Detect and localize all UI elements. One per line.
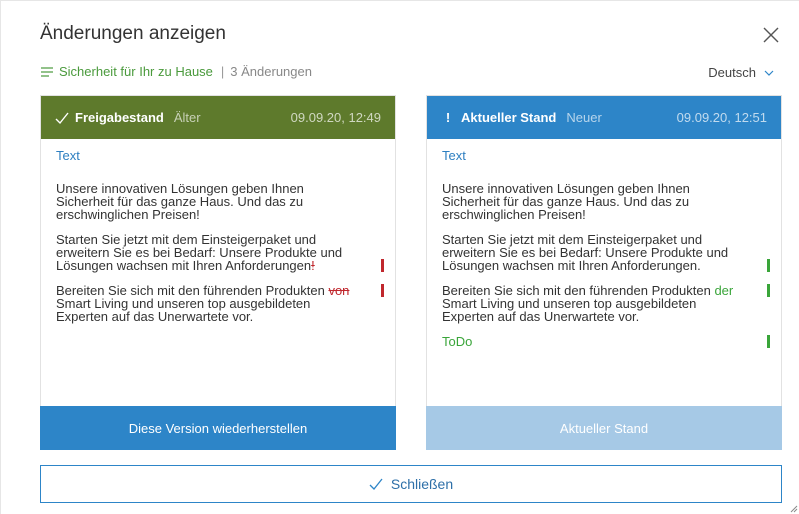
older-version-content: Text Unsere innovativen Lösungen geben I… bbox=[41, 139, 395, 323]
older-version-name: Freigabestand bbox=[75, 110, 164, 125]
close-button-label: Schließen bbox=[390, 476, 454, 492]
list-icon bbox=[41, 66, 53, 77]
paragraph: Starten Sie jetzt mit dem Einsteigerpake… bbox=[56, 232, 384, 273]
newer-version-name: Aktueller Stand bbox=[461, 110, 557, 125]
document-link[interactable]: Sicherheit für Ihr zu Hause bbox=[59, 64, 213, 79]
paragraph: Unsere innovativen Lösungen geben Ihnen … bbox=[56, 181, 304, 222]
paragraph-text: Smart Living und unseren top ausgebildet… bbox=[56, 296, 311, 324]
document-meta: Sicherheit für Ihr zu Hause | 3 Änderung… bbox=[41, 64, 312, 79]
changes-dialog: Änderungen anzeigen Sicherheit für Ihr z… bbox=[0, 0, 799, 514]
inserted-text: ToDo bbox=[442, 334, 473, 349]
older-version-date: 09.09.20, 12:49 bbox=[290, 110, 381, 125]
newer-version-tag: Neuer bbox=[566, 110, 602, 125]
inserted-todo: ToDo bbox=[442, 334, 770, 349]
deleted-text: von bbox=[328, 283, 350, 298]
deleted-text: ! bbox=[311, 258, 315, 273]
change-marker-inserted bbox=[767, 284, 770, 297]
inserted-text: der bbox=[714, 283, 734, 298]
paragraph-text: Smart Living und unseren top ausgebildet… bbox=[442, 296, 697, 324]
paragraph-text: Starten Sie jetzt mit dem Einsteigerpake… bbox=[442, 232, 729, 273]
change-marker-inserted bbox=[767, 335, 770, 348]
exclamation-icon: ! bbox=[445, 110, 451, 125]
dialog-title: Änderungen anzeigen bbox=[40, 23, 226, 44]
changes-count: 3 Änderungen bbox=[230, 64, 312, 79]
current-version-button: Aktueller Stand bbox=[426, 406, 782, 450]
paragraph: Starten Sie jetzt mit dem Einsteigerpake… bbox=[442, 232, 770, 273]
section-label: Text bbox=[56, 148, 80, 163]
change-marker-inserted bbox=[767, 259, 770, 272]
newer-version-date: 09.09.20, 12:51 bbox=[676, 110, 767, 125]
newer-version-content: Text Unsere innovativen Lösungen geben I… bbox=[427, 139, 781, 348]
newer-version-panel: ! Aktueller Stand Neuer 09.09.20, 12:51 … bbox=[426, 95, 782, 450]
language-label: Deutsch bbox=[708, 65, 756, 80]
resize-handle-icon[interactable] bbox=[790, 505, 798, 513]
chevron-down-icon bbox=[764, 70, 774, 76]
close-button[interactable]: Schließen bbox=[40, 465, 782, 503]
newer-version-header: ! Aktueller Stand Neuer 09.09.20, 12:51 bbox=[427, 96, 781, 139]
meta-separator: | bbox=[220, 64, 225, 79]
paragraph: Bereiten Sie sich mit den führenden Prod… bbox=[56, 283, 384, 324]
older-version-panel: Freigabestand Älter 09.09.20, 12:49 Text… bbox=[40, 95, 396, 450]
change-marker-deleted bbox=[381, 259, 384, 272]
section-label: Text bbox=[442, 148, 466, 163]
older-version-header: Freigabestand Älter 09.09.20, 12:49 bbox=[41, 96, 395, 139]
change-marker-deleted bbox=[381, 284, 384, 297]
check-icon bbox=[369, 478, 383, 490]
older-version-tag: Älter bbox=[173, 110, 201, 125]
language-select[interactable]: Deutsch bbox=[708, 65, 774, 80]
paragraph: Unsere innovativen Lösungen geben Ihnen … bbox=[442, 181, 690, 222]
paragraph: Bereiten Sie sich mit den führenden Prod… bbox=[442, 283, 770, 324]
restore-version-button[interactable]: Diese Version wiederherstellen bbox=[40, 406, 396, 450]
check-icon bbox=[55, 112, 69, 124]
close-icon[interactable] bbox=[761, 25, 781, 45]
paragraph-text: Starten Sie jetzt mit dem Einsteigerpake… bbox=[56, 232, 343, 273]
